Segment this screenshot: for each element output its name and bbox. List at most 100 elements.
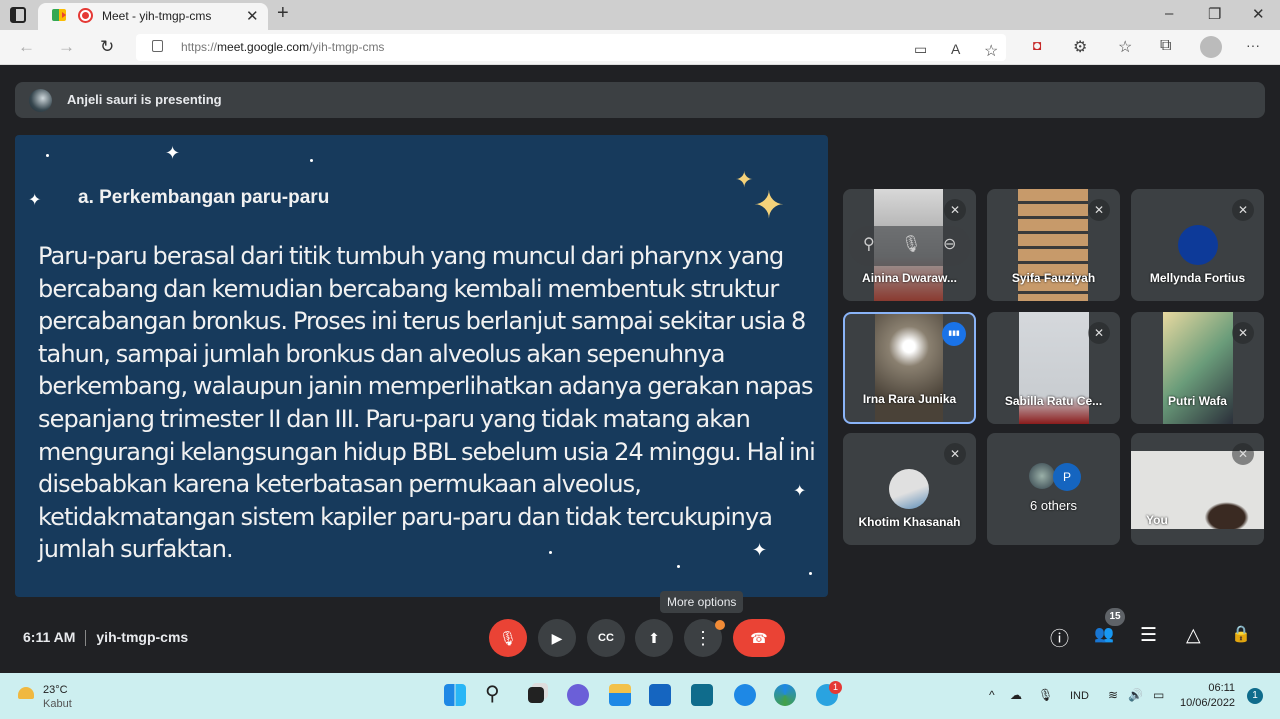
mic-off-icon: ✕: [1232, 322, 1254, 344]
star-dot: [46, 154, 49, 157]
extension-shield-icon[interactable]: ◘: [1033, 37, 1041, 53]
present-now-button[interactable]: ⬆: [635, 619, 673, 657]
edge-browser-icon[interactable]: [774, 684, 796, 706]
url-input[interactable]: https://meet.google.com/yih-tmgp-cms ▭ A…: [136, 34, 1006, 61]
gold-star-decoration: ✦: [735, 167, 754, 192]
meeting-details: 6:11 AM yih-tmgp-cms: [23, 629, 188, 647]
participant-tile[interactable]: ✕ Sabilla Ratu Ce...: [987, 312, 1120, 424]
leave-call-button[interactable]: ☎: [733, 619, 785, 657]
star-dot: [310, 159, 313, 162]
meet-main: Anjeli sauri is presenting ✦ ✦ ✦ ✦ a. Pe…: [0, 66, 1280, 673]
participant-tile[interactable]: ✕ Syifa Fauziyah: [987, 189, 1120, 301]
forward-button[interactable]: →: [58, 37, 75, 57]
url-prefix: https://: [181, 40, 218, 54]
microphone-tray-icon[interactable]: 🎙: [1038, 688, 1053, 702]
participant-tile[interactable]: ✕ Mellynda Fortius: [1131, 189, 1264, 301]
language-indicator[interactable]: IND: [1070, 690, 1089, 702]
participant-name: Khotim Khasanah: [858, 515, 961, 529]
url-path: /yih-tmgp-cms: [309, 40, 385, 54]
get-help-icon[interactable]: [734, 684, 756, 706]
new-tab-button[interactable]: +: [277, 2, 289, 25]
minimize-button[interactable]: –: [1165, 5, 1173, 22]
star-dot: [809, 572, 812, 575]
extensions-icon[interactable]: ⚙: [1073, 37, 1087, 57]
telegram-badge: 1: [829, 681, 842, 694]
mic-off-icon: ✕: [1232, 443, 1254, 465]
people-icon[interactable]: 👥: [1094, 624, 1114, 644]
pin-icon[interactable]: ⚲: [863, 234, 875, 254]
wifi-icon[interactable]: ≋: [1108, 688, 1118, 702]
task-view-icon[interactable]: [528, 687, 544, 703]
camera-toggle-button[interactable]: ▶: [538, 619, 576, 657]
participant-name: Mellynda Fortius: [1149, 271, 1246, 285]
search-icon[interactable]: ⚲: [485, 681, 507, 705]
microsoft-store-icon[interactable]: [649, 684, 671, 706]
activities-icon[interactable]: △: [1186, 624, 1201, 647]
taskbar-clock[interactable]: 06:11 10/06/2022: [1180, 681, 1235, 711]
meeting-info-icon[interactable]: ⓘ: [1050, 624, 1069, 651]
mute-participant-icon[interactable]: 🎙: [901, 234, 921, 254]
back-button[interactable]: ←: [18, 37, 35, 57]
clock-time: 06:11: [1208, 682, 1236, 694]
profile-icon[interactable]: [1200, 36, 1222, 58]
more-options-tooltip: More options: [660, 591, 744, 613]
participant-avatar-letter: P: [1053, 463, 1081, 491]
microphone-toggle-button[interactable]: 🎙: [489, 619, 527, 657]
participant-name: Sabilla Ratu Ce...: [1004, 394, 1103, 408]
weather-widget[interactable]: 23°C Kabut: [43, 683, 72, 711]
volume-icon[interactable]: 🔊: [1128, 688, 1143, 702]
file-explorer-icon[interactable]: [609, 684, 631, 706]
captions-button[interactable]: CC: [587, 619, 625, 657]
url-host: meet.google.com: [217, 40, 310, 54]
participant-tile[interactable]: ⚲ 🎙 ⊖ ✕ Ainina Dwaraw...: [843, 189, 976, 301]
notification-dot: [715, 620, 725, 630]
tile-hover-controls: ⚲ 🎙 ⊖: [849, 226, 971, 266]
maximize-button[interactable]: ❐: [1208, 5, 1221, 23]
weather-icon[interactable]: [18, 687, 34, 699]
tab-close-icon[interactable]: ✕: [246, 7, 259, 25]
teams-chat-icon[interactable]: [567, 684, 589, 706]
others-count: 6 others: [1030, 498, 1077, 513]
presenting-text: Anjeli sauri is presenting: [67, 92, 222, 107]
self-tile[interactable]: ✕ You: [1131, 433, 1264, 545]
participant-tile[interactable]: ✕ Khotim Khasanah: [843, 433, 976, 545]
camera-icon[interactable]: ▭: [914, 41, 927, 58]
app-icon[interactable]: [691, 684, 713, 706]
start-icon[interactable]: [444, 684, 466, 706]
participant-name: Ainina Dwaraw...: [862, 271, 957, 285]
read-aloud-icon[interactable]: A: [951, 41, 960, 57]
add-favorite-icon[interactable]: ☆: [984, 41, 998, 61]
others-tile[interactable]: P 6 others: [987, 433, 1120, 545]
close-window-button[interactable]: ✕: [1252, 5, 1265, 23]
participant-name: Irna Rara Junika: [862, 392, 957, 406]
lock-icon[interactable]: [152, 40, 163, 52]
participant-tile-speaking[interactable]: ▮▮▮ Irna Rara Junika: [843, 312, 976, 424]
show-hidden-icons-chevron-icon[interactable]: ^: [989, 688, 995, 702]
host-controls-icon[interactable]: 🔒: [1231, 624, 1251, 644]
participant-count-badge: 15: [1105, 608, 1125, 626]
star-decoration: ✦: [793, 483, 807, 500]
weather-temperature: 23°C: [43, 684, 68, 696]
collections-icon[interactable]: ⧉: [1160, 37, 1171, 55]
browser-tab[interactable]: Meet - yih-tmgp-cms ✕: [38, 3, 268, 30]
mic-off-icon: ✕: [944, 199, 966, 221]
divider: [85, 630, 87, 647]
favorites-icon[interactable]: ☆: [1118, 37, 1132, 57]
url-text: https://meet.google.com/yih-tmgp-cms: [181, 40, 384, 54]
battery-icon[interactable]: ▭: [1153, 688, 1164, 702]
remove-participant-icon[interactable]: ⊖: [943, 234, 956, 254]
mic-off-icon: ✕: [1232, 199, 1254, 221]
star-decoration: ✦: [28, 192, 42, 209]
reload-button[interactable]: ↻: [100, 37, 114, 57]
more-icon[interactable]: ···: [1246, 37, 1260, 53]
tab-actions-icon[interactable]: [10, 7, 26, 23]
chat-icon[interactable]: ☰: [1140, 624, 1157, 647]
slide-heading: a. Perkembangan paru-paru: [78, 187, 330, 208]
notification-center-badge[interactable]: 1: [1247, 688, 1263, 704]
meeting-time: 6:11 AM: [23, 629, 76, 645]
onedrive-icon[interactable]: ☁: [1010, 688, 1022, 702]
participant-tile[interactable]: ✕ Putri Wafa: [1131, 312, 1264, 424]
star-decoration: ✦: [752, 540, 768, 560]
participant-name: You: [1146, 513, 1168, 527]
participant-name: Putri Wafa: [1168, 394, 1227, 408]
